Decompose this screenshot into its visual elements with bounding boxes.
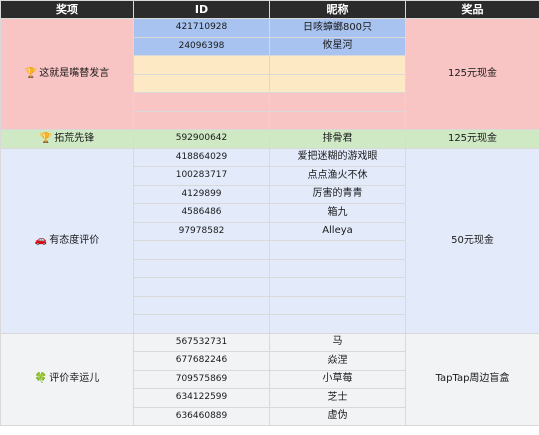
award-label: 这就是嘴替发言 [39, 68, 110, 79]
id-cell [133, 258, 270, 278]
id-cell: 709575869 [133, 369, 270, 389]
id-cell: 421710928 [133, 18, 270, 38]
nickname-cell [269, 110, 406, 130]
id-cell [133, 240, 270, 260]
id-cell: 636460889 [133, 406, 270, 426]
award-label: 评价幸运儿 [49, 373, 100, 385]
nickname-cell [269, 55, 406, 75]
header-prize: 奖品 [405, 0, 539, 19]
header-id: ID [133, 0, 270, 19]
award-label: 拓荒先锋 [54, 132, 95, 144]
id-cell: 592900642 [133, 129, 270, 149]
nickname-cell: 芝士 [269, 388, 406, 408]
id-cell: 418864029 [133, 147, 270, 167]
header-award: 奖项 [0, 0, 134, 19]
id-cell: 677682246 [133, 351, 270, 371]
nickname-cell: Alleya [269, 221, 406, 241]
id-cell: 634122599 [133, 388, 270, 408]
award-label: 有态度评价 [49, 234, 100, 246]
id-cell: 100283717 [133, 166, 270, 186]
nickname-cell: 排骨君 [269, 129, 406, 149]
nickname-cell: 焱涅 [269, 351, 406, 371]
header-row: 奖项 ID 昵称 奖品 [0, 0, 539, 19]
id-cell [133, 92, 270, 112]
id-cell: 97978582 [133, 221, 270, 241]
nickname-cell: 攸星河 [269, 36, 406, 56]
id-cell: 4129899 [133, 184, 270, 204]
prize-cell-g2: 125元现金 [405, 129, 539, 149]
id-cell [133, 110, 270, 130]
award-cell-g1: 🏆 这就是嘴替发言 [0, 18, 134, 130]
car-icon: 🚗 [34, 234, 48, 246]
nickname-cell: 日咳蟑螂800只 [269, 18, 406, 38]
nickname-cell: 虚伪 [269, 406, 406, 426]
table-row: 🍀 评价幸运儿 567532731 马 TapTap周边盲盒 [0, 332, 539, 426]
id-cell: 567532731 [133, 332, 270, 352]
award-cell-g3: 🚗 有态度评价 [0, 147, 134, 334]
id-cell [133, 73, 270, 93]
header-nickname: 昵称 [269, 0, 406, 19]
nickname-cell: 马 [269, 332, 406, 352]
id-cell [133, 295, 270, 315]
award-cell-g2: 🏆 拓荒先锋 [0, 129, 134, 149]
award-cell-g4: 🍀 评价幸运儿 [0, 332, 134, 426]
id-cell [133, 314, 270, 334]
id-cell [133, 55, 270, 75]
prize-cell-g3: 50元现金 [405, 147, 539, 334]
id-cell: 24096398 [133, 36, 270, 56]
prize-cell-g4: TapTap周边盲盒 [405, 332, 539, 426]
clover-icon: 🍀 [34, 373, 48, 385]
nickname-cell [269, 240, 406, 260]
nickname-cell [269, 258, 406, 278]
prize-cell-g1: 125元现金 [405, 18, 539, 130]
trophy-icon: 🏆 [24, 68, 38, 79]
table-row: 🚗 有态度评价 418864029 爱把迷糊的游戏眼 50元现金 [0, 147, 539, 334]
nickname-cell: 点点渔火不休 [269, 166, 406, 186]
table-row: 🏆 这就是嘴替发言 421710928 日咳蟑螂800只 125元现金 [0, 18, 539, 130]
nickname-cell: 厉害的青青 [269, 184, 406, 204]
nickname-cell [269, 295, 406, 315]
id-cell: 4586486 [133, 203, 270, 223]
table-row: 🏆 拓荒先锋 592900642 排骨君 125元现金 [0, 129, 539, 149]
nickname-cell [269, 92, 406, 112]
trophy-icon: 🏆 [39, 132, 53, 144]
awards-table: 奖项 ID 昵称 奖品 🏆 这就是嘴替发言 421710928 日咳蟑螂800只 … [0, 0, 539, 426]
nickname-cell [269, 277, 406, 297]
nickname-cell: 爱把迷糊的游戏眼 [269, 147, 406, 167]
nickname-cell: 小草莓 [269, 369, 406, 389]
nickname-cell: 箱九 [269, 203, 406, 223]
nickname-cell [269, 73, 406, 93]
nickname-cell [269, 314, 406, 334]
id-cell [133, 277, 270, 297]
